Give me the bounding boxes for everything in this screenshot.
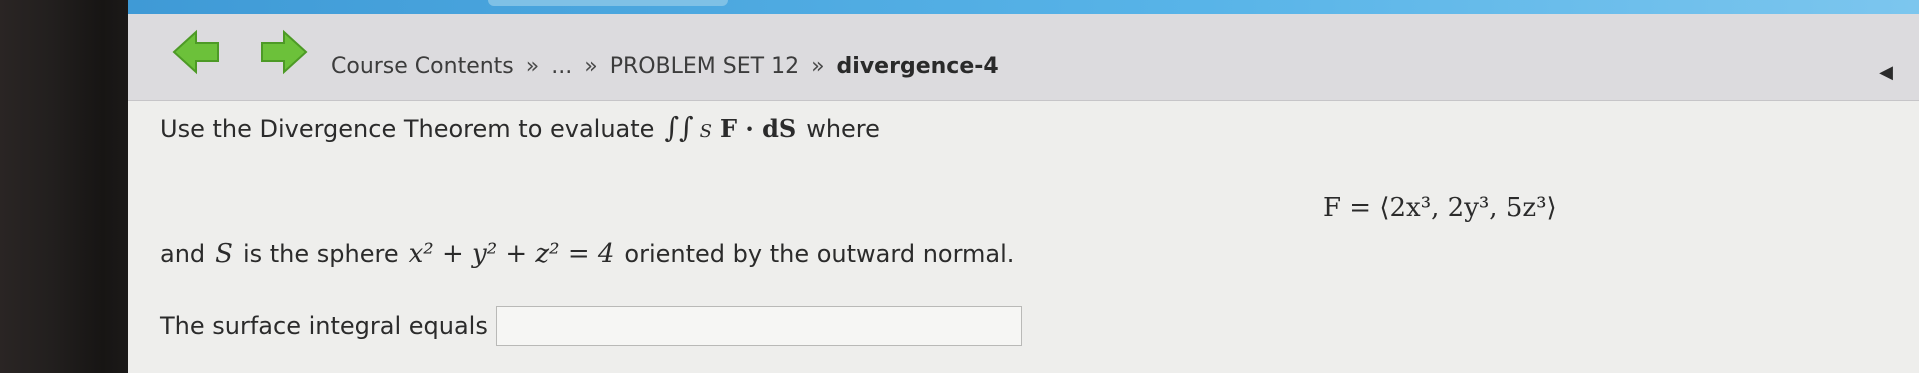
breadcrumb-current-problem: divergence-4 [836,53,999,79]
left-arrow-icon [172,29,219,75]
problem-content: Use the Divergence Theorem to evaluate ∫… [128,101,1919,373]
integrand: F · dS [719,114,797,143]
surface-text: is the sphere [242,240,399,268]
tab-hint [488,0,728,6]
problem-statement: Use the Divergence Theorem to evaluate ∫… [160,111,880,144]
vector-field-equation: F = ⟨2x³, 2y³, 5z³⟩ [1323,193,1557,223]
breadcrumb-separator: » [811,53,825,79]
breadcrumb-separator: » [525,53,540,79]
top-blue-bar [128,0,1919,14]
surface-description: and S is the sphere x² + y² + z² = 4 ori… [160,239,1014,269]
breadcrumb: Course Contents » ... » PROBLEM SET 12 »… [331,34,999,98]
browser-screen: Course Contents » ... » PROBLEM SET 12 »… [128,0,1919,373]
answer-input[interactable] [495,306,1022,346]
triangle-left-icon[interactable]: ◀ [1879,62,1893,83]
problem-nav-bar: Course Contents » ... » PROBLEM SET 12 »… [128,14,1919,101]
right-arrow-icon [261,29,308,75]
double-integral-symbol: ∫∫ [664,111,694,144]
answer-label: The surface integral equals [160,312,488,340]
surface-variable: S [215,239,233,269]
next-problem-button[interactable] [260,28,308,76]
breadcrumb-separator: » [584,53,598,79]
answer-row: The surface integral equals [160,306,1022,346]
orientation-text: oriented by the outward normal. [624,240,1015,268]
breadcrumb-ellipsis[interactable]: ... [551,54,572,79]
breadcrumb-course-contents[interactable]: Course Contents [331,54,514,79]
sphere-equation: x² + y² + z² = 4 [408,239,615,269]
previous-problem-button[interactable] [172,28,220,76]
intro-text: Use the Divergence Theorem to evaluate [160,115,655,143]
integral-subscript: S [699,121,712,142]
screen-bezel [0,0,128,373]
breadcrumb-problem-set[interactable]: PROBLEM SET 12 [610,54,799,79]
and-text: and [160,240,206,268]
where-text: where [806,115,880,143]
